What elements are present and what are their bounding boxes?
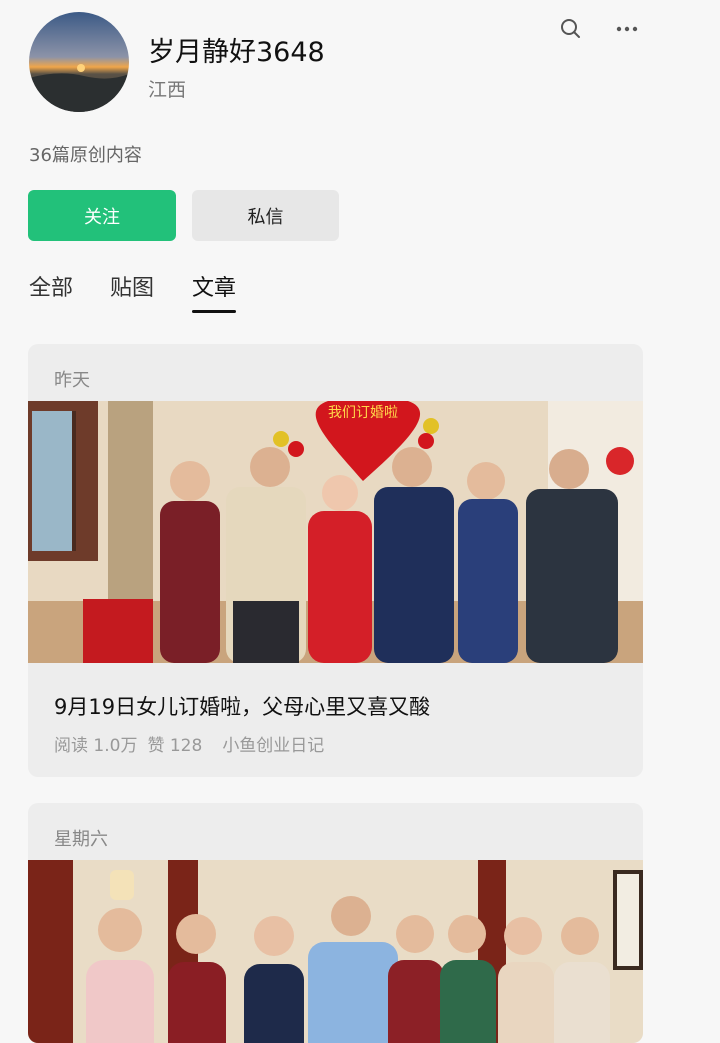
avatar[interactable]	[29, 12, 129, 112]
profile-region: 江西	[148, 79, 187, 101]
read-count: 阅读 1.0万	[54, 736, 138, 756]
article-source: 小鱼创业日记	[222, 736, 325, 756]
article-title: 9月19日女儿订婚啦，父母心里又喜又酸	[54, 695, 431, 719]
more-icon[interactable]	[614, 16, 640, 42]
profile-name: 岁月静好3648	[148, 37, 325, 68]
tab-images[interactable]: 贴图	[110, 270, 154, 302]
follow-button[interactable]: 关注	[28, 190, 176, 241]
like-count: 赞 128	[147, 736, 203, 756]
article-image: 我们订婚啦	[28, 401, 643, 663]
tab-articles[interactable]: 文章	[192, 270, 236, 302]
message-button[interactable]: 私信	[192, 190, 339, 241]
original-count: 36篇原创内容	[29, 145, 142, 166]
tab-all[interactable]: 全部	[29, 270, 73, 302]
article-date: 星期六	[54, 829, 108, 850]
article-card[interactable]: 昨天 我们订婚啦 9月19日女儿订婚啦，父母心里又喜又酸 阅读 1.0万 赞 1…	[28, 344, 643, 777]
article-meta: 阅读 1.0万赞 128 小鱼创业日记	[54, 731, 334, 756]
article-image	[28, 860, 643, 1043]
article-card[interactable]: 星期六	[28, 803, 643, 1043]
search-icon[interactable]	[558, 16, 584, 42]
tab-active-indicator	[192, 310, 236, 313]
article-date: 昨天	[54, 370, 90, 391]
balloon-banner-text: 我们订婚啦	[328, 404, 398, 421]
